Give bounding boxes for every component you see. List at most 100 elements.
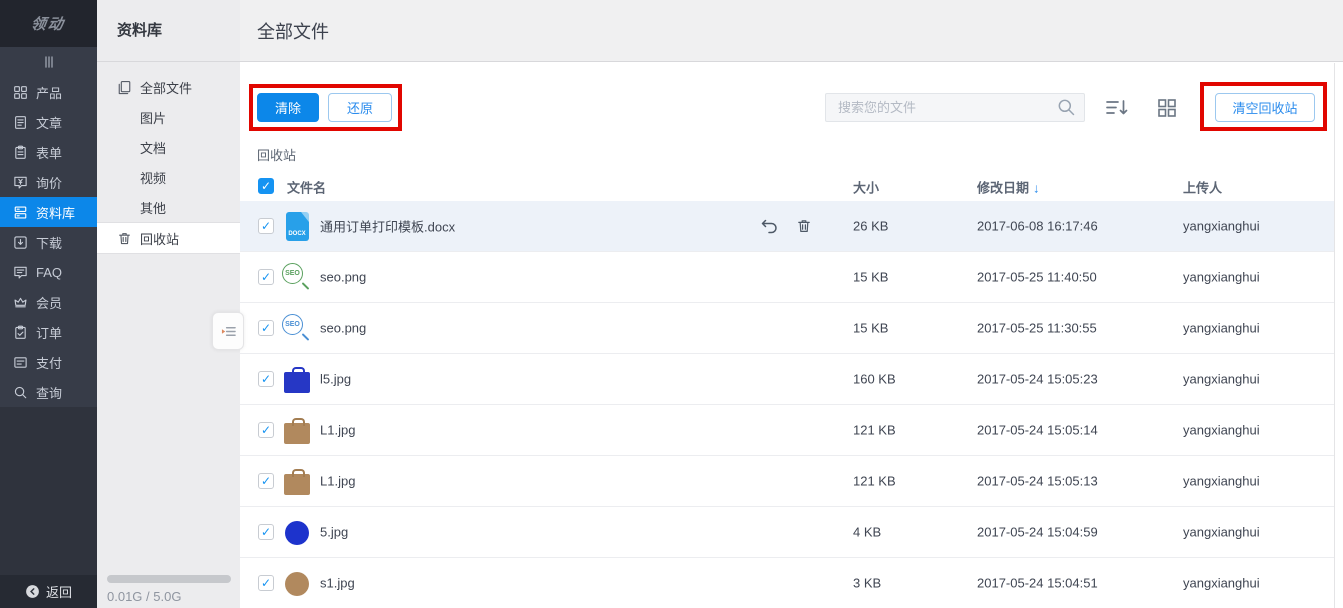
file-size: 15 KB — [853, 321, 888, 336]
magnifier-icon — [13, 385, 28, 400]
row-checkbox[interactable]: ✓ — [258, 218, 274, 234]
clear-button[interactable]: 清除 — [257, 93, 319, 122]
row-checkbox[interactable]: ✓ — [258, 269, 274, 285]
column-header-uploader[interactable]: 上传人 — [1183, 177, 1222, 196]
category-item-images[interactable]: 图片 — [97, 102, 240, 132]
table-row[interactable]: ✓SEOseo.png 15 KB 2017-05-25 11:30:55 yangx… — [240, 303, 1334, 354]
crown-icon — [13, 295, 28, 310]
sidebar-item-forms[interactable]: 表单 — [0, 137, 97, 167]
restore-file-icon[interactable] — [760, 218, 778, 234]
file-uploader: yangxianghui — [1183, 525, 1260, 540]
column-header-name[interactable]: 文件名 — [287, 177, 326, 196]
table-row[interactable]: ✓DOCX通用订单打印模板.docx26 KB2017-06-08 16:17:… — [240, 201, 1334, 252]
category-item-others[interactable]: 其他 — [97, 192, 240, 222]
main-area: 全部文件 清除 还原 清空回收站 回收站 ✓ 文 — [240, 0, 1343, 608]
category-item-label: 文档 — [140, 138, 166, 157]
row-checkbox[interactable]: ✓ — [258, 320, 274, 336]
sidebar-item-orders[interactable]: 订单 — [0, 317, 97, 347]
file-uploader: yangxianghui — [1183, 576, 1260, 591]
scrollbar-track[interactable] — [1334, 63, 1343, 608]
sidebar-item-members[interactable]: 会员 — [0, 287, 97, 317]
file-name[interactable]: s1.jpg — [320, 576, 355, 591]
sidebar-item-label: 产品 — [36, 83, 62, 102]
sidebar-item-label: 支付 — [36, 353, 62, 372]
file-size: 121 KB — [853, 423, 896, 438]
file-name[interactable]: L1.jpg — [320, 423, 355, 438]
file-name[interactable]: L1.jpg — [320, 474, 355, 489]
category-item-documents[interactable]: 文档 — [97, 132, 240, 162]
file-modified-date: 2017-05-24 15:05:13 — [977, 474, 1098, 489]
sort-list-icon[interactable] — [1105, 98, 1129, 118]
column-header-modified[interactable]: 修改日期↓ — [977, 177, 1040, 196]
row-checkbox[interactable]: ✓ — [258, 524, 274, 540]
row-checkbox[interactable]: ✓ — [258, 422, 274, 438]
sidebar-collapse-handle[interactable] — [0, 47, 97, 77]
sidebar-item-downloads[interactable]: 下载 — [0, 227, 97, 257]
file-uploader: yangxianghui — [1183, 270, 1260, 285]
sidebar-item-label: 表单 — [36, 143, 62, 162]
row-checkbox[interactable]: ✓ — [258, 371, 274, 387]
order-icon — [13, 325, 28, 340]
secondary-sidebar-title: 资料库 — [97, 0, 240, 62]
sort-desc-arrow-icon[interactable]: ↓ — [1033, 180, 1040, 195]
file-name[interactable]: 5.jpg — [320, 525, 348, 540]
faq-icon — [13, 265, 28, 280]
image-thumbnail-icon — [277, 405, 317, 456]
image-thumbnail-icon: SEO — [277, 303, 317, 354]
sidebar-item-faq[interactable]: FAQ — [0, 257, 97, 287]
restore-button[interactable]: 还原 — [328, 93, 392, 122]
category-item-recycle-bin[interactable]: 回收站 — [97, 222, 240, 254]
empty-trash-button[interactable]: 清空回收站 — [1215, 93, 1315, 122]
back-button[interactable]: 返回 — [0, 575, 97, 608]
sidebar-item-label: FAQ — [36, 265, 62, 280]
delete-file-icon[interactable] — [796, 218, 812, 235]
category-item-label: 视频 — [140, 168, 166, 187]
table-header: ✓ 文件名 大小 修改日期↓ 上传人 — [240, 172, 1334, 201]
file-uploader: yangxianghui — [1183, 321, 1260, 336]
file-name[interactable]: seo.png — [320, 270, 366, 285]
category-item-videos[interactable]: 视频 — [97, 162, 240, 192]
vertical-bars-icon — [41, 54, 57, 70]
download-icon — [13, 235, 28, 250]
file-modified-date: 2017-05-24 15:04:59 — [977, 525, 1098, 540]
file-size: 3 KB — [853, 576, 881, 591]
back-label: 返回 — [46, 582, 72, 601]
category-item-all-files[interactable]: 全部文件 — [97, 72, 240, 102]
search-icon[interactable] — [1057, 98, 1076, 117]
main-content: 清除 还原 清空回收站 回收站 ✓ 文件名 大小 修 — [240, 63, 1343, 608]
left-sidebar: 领动 产品文章表单询价资料库下载FAQ会员订单支付查询 返回 — [0, 0, 97, 608]
storage-progressbar — [107, 575, 231, 583]
select-all-checkbox[interactable]: ✓ — [258, 178, 274, 194]
sidebar-item-inquiry[interactable]: 询价 — [0, 167, 97, 197]
sidebar-item-articles[interactable]: 文章 — [0, 107, 97, 137]
file-modified-date: 2017-05-25 11:30:55 — [977, 321, 1097, 336]
file-modified-date: 2017-05-24 15:05:23 — [977, 372, 1098, 387]
page-title: 全部文件 — [257, 18, 329, 44]
file-name[interactable]: seo.png — [320, 321, 366, 336]
sidebar-item-library[interactable]: 资料库 — [0, 197, 97, 227]
breadcrumb: 回收站 — [257, 145, 296, 164]
search-input[interactable] — [825, 93, 1085, 122]
image-thumbnail-icon — [277, 507, 317, 558]
table-row[interactable]: ✓SEOseo.png15 KB2017-05-25 11:40:50yangx… — [240, 252, 1334, 303]
form-icon — [13, 145, 28, 160]
table-row[interactable]: ✓l5.jpg160 KB2017-05-24 15:05:23yangxian… — [240, 354, 1334, 405]
category-item-label: 图片 — [140, 108, 166, 127]
file-name[interactable]: 通用订单打印模板.docx — [320, 217, 455, 236]
row-checkbox[interactable]: ✓ — [258, 575, 274, 591]
table-row[interactable]: ✓5.jpg4 KB2017-05-24 15:04:59yangxianghu… — [240, 507, 1334, 558]
file-uploader: yangxianghui — [1183, 219, 1260, 234]
column-header-size[interactable]: 大小 — [853, 177, 879, 196]
sidebar-item-payment[interactable]: 支付 — [0, 347, 97, 377]
table-row[interactable]: ✓L1.jpg121 KB2017-05-24 15:05:14yangxian… — [240, 405, 1334, 456]
file-size: 121 KB — [853, 474, 896, 489]
grid-view-icon[interactable] — [1157, 98, 1177, 118]
row-checkbox[interactable]: ✓ — [258, 473, 274, 489]
sidebar-item-products[interactable]: 产品 — [0, 77, 97, 107]
sidebar-item-query[interactable]: 查询 — [0, 377, 97, 407]
file-name[interactable]: l5.jpg — [320, 372, 351, 387]
panel-collapse-button[interactable] — [212, 312, 244, 350]
table-row[interactable]: ✓s1.jpg3 KB2017-05-24 15:04:51yangxiangh… — [240, 558, 1334, 608]
inquiry-icon — [13, 175, 28, 190]
table-row[interactable]: ✓L1.jpg121 KB2017-05-24 15:05:13yangxian… — [240, 456, 1334, 507]
